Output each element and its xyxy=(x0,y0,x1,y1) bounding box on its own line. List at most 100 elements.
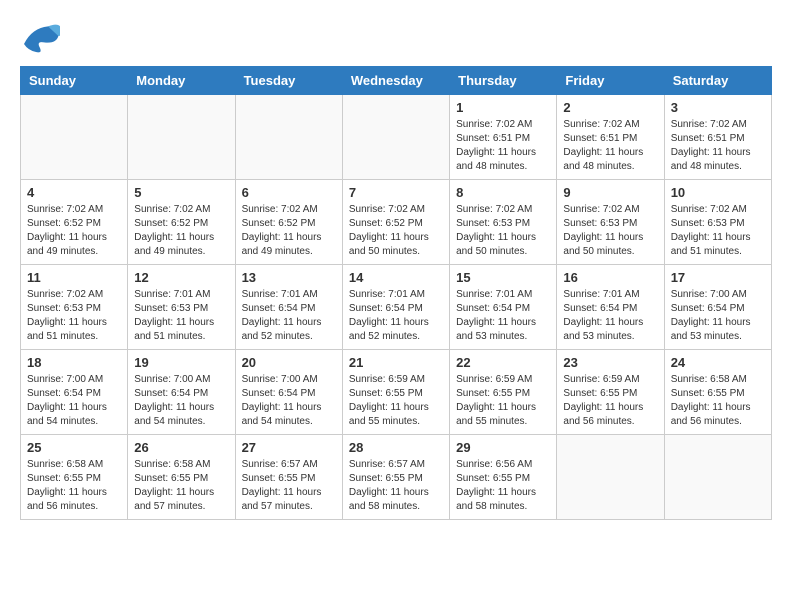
day-info: Sunrise: 7:02 AM Sunset: 6:53 PM Dayligh… xyxy=(563,203,657,259)
day-number: 16 xyxy=(563,270,657,285)
day-info: Sunrise: 7:02 AM Sunset: 6:51 PM Dayligh… xyxy=(671,118,765,174)
day-info: Sunrise: 6:59 AM Sunset: 6:55 PM Dayligh… xyxy=(349,373,443,429)
day-info: Sunrise: 7:02 AM Sunset: 6:53 PM Dayligh… xyxy=(456,203,550,259)
calendar-header-friday: Friday xyxy=(557,67,664,95)
calendar-cell: 8 Sunrise: 7:02 AM Sunset: 6:53 PM Daylig… xyxy=(450,180,557,265)
calendar-cell: 5 Sunrise: 7:02 AM Sunset: 6:52 PM Daylig… xyxy=(128,180,235,265)
calendar-cell: 17Sunrise: 7:00 AM Sunset: 6:54 PM Dayli… xyxy=(664,265,771,350)
calendar-header-row: SundayMondayTuesdayWednesdayThursdayFrid… xyxy=(21,67,772,95)
day-number: 12 xyxy=(134,270,228,285)
calendar-cell: 14 Sunrise: 7:01 AM Sunset: 6:54 PM Dayli… xyxy=(342,265,449,350)
calendar-cell: 12 Sunrise: 7:01 AM Sunset: 6:53 PM Dayli… xyxy=(128,265,235,350)
calendar-week-row: 1 Sunrise: 7:02 AM Sunset: 6:51 PM Daylig… xyxy=(21,95,772,180)
calendar-cell xyxy=(664,435,771,520)
day-number: 18 xyxy=(27,355,121,370)
calendar-cell: 20 Sunrise: 7:00 AM Sunset: 6:54 PM Dayli… xyxy=(235,350,342,435)
day-number: 5 xyxy=(134,185,228,200)
day-info: Sunrise: 7:00 AM Sunset: 6:54 PM Dayligh… xyxy=(27,373,121,429)
day-info: Sunrise: 6:56 AM Sunset: 6:55 PM Dayligh… xyxy=(456,458,550,514)
day-number: 11 xyxy=(27,270,121,285)
day-info: Sunrise: 7:02 AM Sunset: 6:52 PM Dayligh… xyxy=(27,203,121,259)
day-info: Sunrise: 7:01 AM Sunset: 6:54 PM Dayligh… xyxy=(456,288,550,344)
calendar-cell: 7 Sunrise: 7:02 AM Sunset: 6:52 PM Daylig… xyxy=(342,180,449,265)
day-info: Sunrise: 7:02 AM Sunset: 6:51 PM Dayligh… xyxy=(563,118,657,174)
logo-icon xyxy=(20,20,60,56)
calendar-cell: 11 Sunrise: 7:02 AM Sunset: 6:53 PM Dayli… xyxy=(21,265,128,350)
day-info: Sunrise: 7:02 AM Sunset: 6:52 PM Dayligh… xyxy=(134,203,228,259)
day-info: Sunrise: 7:02 AM Sunset: 6:53 PM Dayligh… xyxy=(671,203,765,259)
day-number: 27 xyxy=(242,440,336,455)
day-number: 25 xyxy=(27,440,121,455)
day-info: Sunrise: 7:01 AM Sunset: 6:54 PM Dayligh… xyxy=(563,288,657,344)
calendar-header-saturday: Saturday xyxy=(664,67,771,95)
day-number: 26 xyxy=(134,440,228,455)
calendar-cell xyxy=(21,95,128,180)
calendar-cell: 23 Sunrise: 6:59 AM Sunset: 6:55 PM Dayli… xyxy=(557,350,664,435)
calendar-cell: 9 Sunrise: 7:02 AM Sunset: 6:53 PM Daylig… xyxy=(557,180,664,265)
calendar-cell: 15 Sunrise: 7:01 AM Sunset: 6:54 PM Dayli… xyxy=(450,265,557,350)
day-number: 24 xyxy=(671,355,765,370)
calendar-cell: 18 Sunrise: 7:00 AM Sunset: 6:54 PM Dayli… xyxy=(21,350,128,435)
calendar-week-row: 4 Sunrise: 7:02 AM Sunset: 6:52 PM Daylig… xyxy=(21,180,772,265)
calendar-week-row: 11 Sunrise: 7:02 AM Sunset: 6:53 PM Dayli… xyxy=(21,265,772,350)
calendar-cell: 6 Sunrise: 7:02 AM Sunset: 6:52 PM Daylig… xyxy=(235,180,342,265)
day-info: Sunrise: 6:57 AM Sunset: 6:55 PM Dayligh… xyxy=(349,458,443,514)
day-number: 9 xyxy=(563,185,657,200)
day-info: Sunrise: 6:58 AM Sunset: 6:55 PM Dayligh… xyxy=(671,373,765,429)
day-number: 8 xyxy=(456,185,550,200)
day-number: 28 xyxy=(349,440,443,455)
day-number: 19 xyxy=(134,355,228,370)
day-number: 14 xyxy=(349,270,443,285)
day-info: Sunrise: 7:02 AM Sunset: 6:52 PM Dayligh… xyxy=(349,203,443,259)
day-info: Sunrise: 7:02 AM Sunset: 6:51 PM Dayligh… xyxy=(456,118,550,174)
calendar-cell: 10 Sunrise: 7:02 AM Sunset: 6:53 PM Dayli… xyxy=(664,180,771,265)
calendar-week-row: 18 Sunrise: 7:00 AM Sunset: 6:54 PM Dayli… xyxy=(21,350,772,435)
calendar-header-thursday: Thursday xyxy=(450,67,557,95)
day-number: 17 xyxy=(671,270,765,285)
calendar-cell xyxy=(128,95,235,180)
day-info: Sunrise: 7:01 AM Sunset: 6:54 PM Dayligh… xyxy=(349,288,443,344)
day-number: 2 xyxy=(563,100,657,115)
day-info: Sunrise: 7:00 AM Sunset: 6:54 PM Dayligh… xyxy=(134,373,228,429)
calendar-cell: 25 Sunrise: 6:58 AM Sunset: 6:55 PM Dayli… xyxy=(21,435,128,520)
calendar-cell: 21 Sunrise: 6:59 AM Sunset: 6:55 PM Dayli… xyxy=(342,350,449,435)
day-number: 6 xyxy=(242,185,336,200)
day-number: 29 xyxy=(456,440,550,455)
calendar-week-row: 25 Sunrise: 6:58 AM Sunset: 6:55 PM Dayli… xyxy=(21,435,772,520)
day-info: Sunrise: 6:59 AM Sunset: 6:55 PM Dayligh… xyxy=(563,373,657,429)
calendar-cell xyxy=(557,435,664,520)
day-info: Sunrise: 7:02 AM Sunset: 6:52 PM Dayligh… xyxy=(242,203,336,259)
calendar-cell: 28 Sunrise: 6:57 AM Sunset: 6:55 PM Dayli… xyxy=(342,435,449,520)
day-number: 3 xyxy=(671,100,765,115)
day-info: Sunrise: 7:00 AM Sunset: 6:54 PM Dayligh… xyxy=(242,373,336,429)
day-number: 4 xyxy=(27,185,121,200)
day-number: 15 xyxy=(456,270,550,285)
calendar-header-tuesday: Tuesday xyxy=(235,67,342,95)
calendar-cell: 1 Sunrise: 7:02 AM Sunset: 6:51 PM Daylig… xyxy=(450,95,557,180)
calendar-cell xyxy=(235,95,342,180)
day-info: Sunrise: 7:01 AM Sunset: 6:54 PM Dayligh… xyxy=(242,288,336,344)
day-number: 21 xyxy=(349,355,443,370)
day-info: Sunrise: 6:57 AM Sunset: 6:55 PM Dayligh… xyxy=(242,458,336,514)
day-info: Sunrise: 6:58 AM Sunset: 6:55 PM Dayligh… xyxy=(134,458,228,514)
day-number: 13 xyxy=(242,270,336,285)
day-number: 20 xyxy=(242,355,336,370)
calendar-cell: 13 Sunrise: 7:01 AM Sunset: 6:54 PM Dayli… xyxy=(235,265,342,350)
day-info: Sunrise: 6:58 AM Sunset: 6:55 PM Dayligh… xyxy=(27,458,121,514)
header xyxy=(20,20,772,56)
day-number: 23 xyxy=(563,355,657,370)
calendar-header-monday: Monday xyxy=(128,67,235,95)
day-info: Sunrise: 6:59 AM Sunset: 6:55 PM Dayligh… xyxy=(456,373,550,429)
calendar-table: SundayMondayTuesdayWednesdayThursdayFrid… xyxy=(20,66,772,520)
calendar-cell: 19 Sunrise: 7:00 AM Sunset: 6:54 PM Dayli… xyxy=(128,350,235,435)
day-number: 22 xyxy=(456,355,550,370)
calendar-cell: 27 Sunrise: 6:57 AM Sunset: 6:55 PM Dayli… xyxy=(235,435,342,520)
day-number: 7 xyxy=(349,185,443,200)
day-number: 1 xyxy=(456,100,550,115)
day-info: Sunrise: 7:01 AM Sunset: 6:53 PM Dayligh… xyxy=(134,288,228,344)
calendar-cell: 4 Sunrise: 7:02 AM Sunset: 6:52 PM Daylig… xyxy=(21,180,128,265)
calendar-header-sunday: Sunday xyxy=(21,67,128,95)
day-number: 10 xyxy=(671,185,765,200)
day-info: Sunrise: 7:02 AM Sunset: 6:53 PM Dayligh… xyxy=(27,288,121,344)
calendar-cell: 16 Sunrise: 7:01 AM Sunset: 6:54 PM Dayli… xyxy=(557,265,664,350)
